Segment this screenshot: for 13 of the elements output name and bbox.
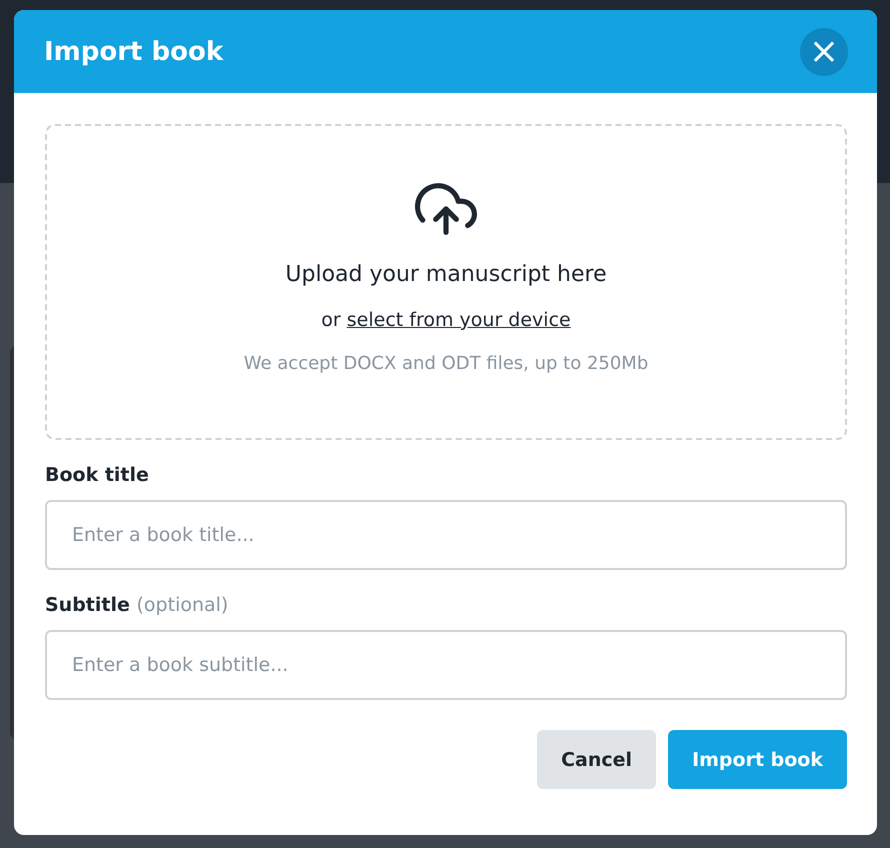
input-field[interactable]: Enter a book subtitle...	[45, 630, 847, 700]
cancel-button[interactable]: Cancel	[537, 730, 656, 789]
field-label: Book title	[45, 464, 149, 486]
file-types-note: We accept DOCX and ODT files, up to 250Mb	[244, 353, 648, 374]
input-field[interactable]: Enter a book title...	[45, 500, 847, 570]
optional-hint: (optional)	[136, 594, 228, 616]
upload-dropzone[interactable]: Upload your manuscript here or select from your device We accept DOCX and ODT files, up to 250Mb	[45, 124, 847, 440]
field-label: Subtitle	[45, 594, 130, 616]
upload-prompt: or	[321, 309, 341, 331]
dialog-title: Import book	[44, 36, 224, 66]
upload-heading: Upload your manuscript here	[285, 262, 607, 287]
select-file-link[interactable]: select from your device	[346, 309, 571, 331]
close-button[interactable]: ×	[800, 28, 848, 76]
